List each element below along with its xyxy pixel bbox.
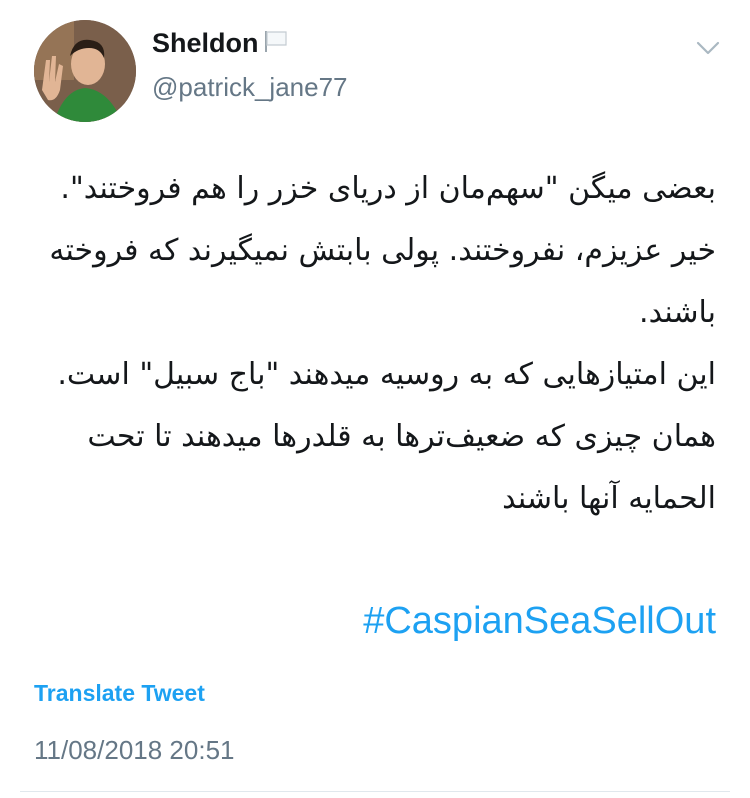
tweet-timestamp[interactable]: 11/08/2018 20:51 <box>34 735 234 766</box>
avatar[interactable] <box>34 20 136 122</box>
display-name[interactable]: Sheldon <box>152 28 259 59</box>
translate-tweet-link[interactable]: Translate Tweet <box>34 680 205 707</box>
hashtag-link[interactable]: #CaspianSeaSellOut <box>30 600 716 643</box>
divider <box>20 791 730 792</box>
chevron-down-icon[interactable] <box>693 36 723 60</box>
user-handle[interactable]: @patrick_jane77 <box>152 72 348 103</box>
white-flag-icon <box>263 29 289 58</box>
user-name-row: Sheldon <box>152 28 289 59</box>
tweet-text: بعضی میگن "سهم‌مان از دریای خزر را هم فر… <box>49 171 716 516</box>
